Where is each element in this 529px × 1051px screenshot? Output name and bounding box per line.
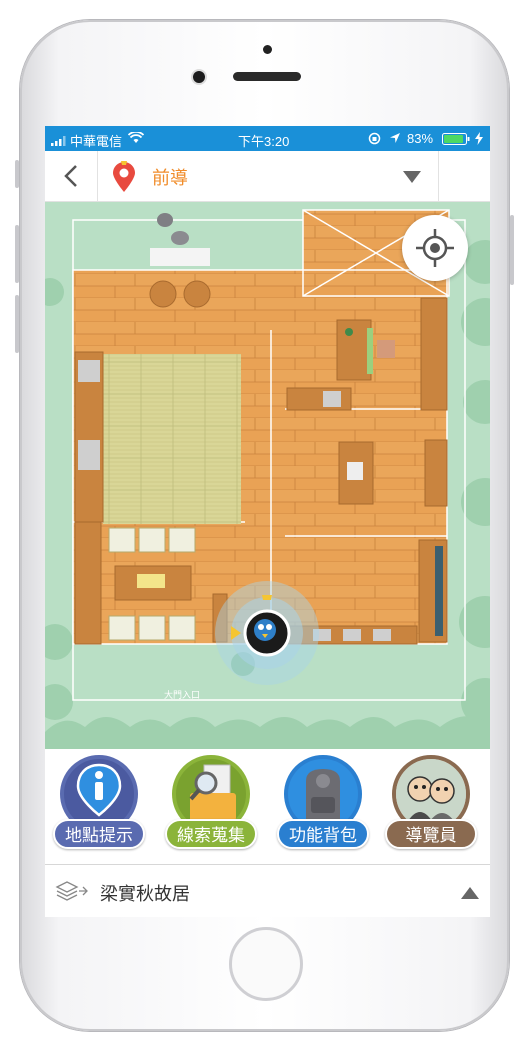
home-button[interactable] (229, 927, 303, 1001)
front-camera (193, 71, 205, 83)
dropdown-arrow-icon[interactable] (403, 171, 421, 183)
page-title: 前導 (152, 168, 188, 188)
header-divider (438, 151, 439, 201)
battery-icon (442, 133, 472, 148)
clue-collection-label: 線索蒐集 (165, 819, 257, 849)
back-button[interactable] (45, 151, 98, 201)
floor-plan (45, 202, 490, 749)
location-arrow-icon (389, 132, 401, 147)
battery-percent: 83% (407, 131, 434, 146)
volume-up-button (15, 225, 19, 283)
power-button (510, 215, 514, 285)
location-bar[interactable]: 梁實秋故居 (45, 864, 490, 917)
nav-header: 前導 (45, 151, 490, 202)
function-backpack-label: 功能背包 (277, 819, 369, 849)
orientation-lock-icon (368, 132, 381, 148)
chevron-left-icon (64, 165, 77, 187)
earpiece-speaker (233, 72, 301, 81)
floor-map[interactable]: 大門入口 (45, 202, 490, 749)
carrier-name: 中華電信 (70, 134, 123, 149)
clue-collection-button[interactable]: 線索蒐集 (165, 753, 257, 861)
locate-me-button[interactable] (402, 215, 468, 281)
current-location-name: 梁實秋故居 (100, 884, 190, 904)
tour-guide-label: 導覽員 (385, 819, 477, 849)
wifi-icon (127, 131, 145, 147)
app-screen: 中華電信 下午3:20 83% 前導 大門入口 地點提示 線索蒐集 功能背包 導… (45, 126, 490, 917)
mute-switch (15, 160, 19, 188)
expand-arrow-icon[interactable] (461, 887, 479, 899)
action-toolbar: 地點提示 線索蒐集 功能背包 導覽員 (45, 749, 490, 864)
signal-icon (51, 134, 67, 149)
location-hint-label: 地點提示 (53, 819, 145, 849)
map-pin-icon (111, 161, 137, 197)
tour-guide-button[interactable]: 導覽員 (385, 753, 477, 861)
proximity-sensor (263, 45, 272, 54)
entrance-label: 大門入口 (164, 691, 201, 701)
status-bar: 中華電信 下午3:20 83% (45, 126, 490, 151)
status-time: 下午3:20 (238, 134, 290, 149)
layers-icon (55, 880, 89, 906)
volume-down-button (15, 295, 19, 353)
crosshair-icon (416, 229, 454, 267)
charging-icon (475, 132, 483, 148)
function-backpack-button[interactable]: 功能背包 (277, 753, 369, 861)
location-hint-button[interactable]: 地點提示 (53, 753, 145, 861)
